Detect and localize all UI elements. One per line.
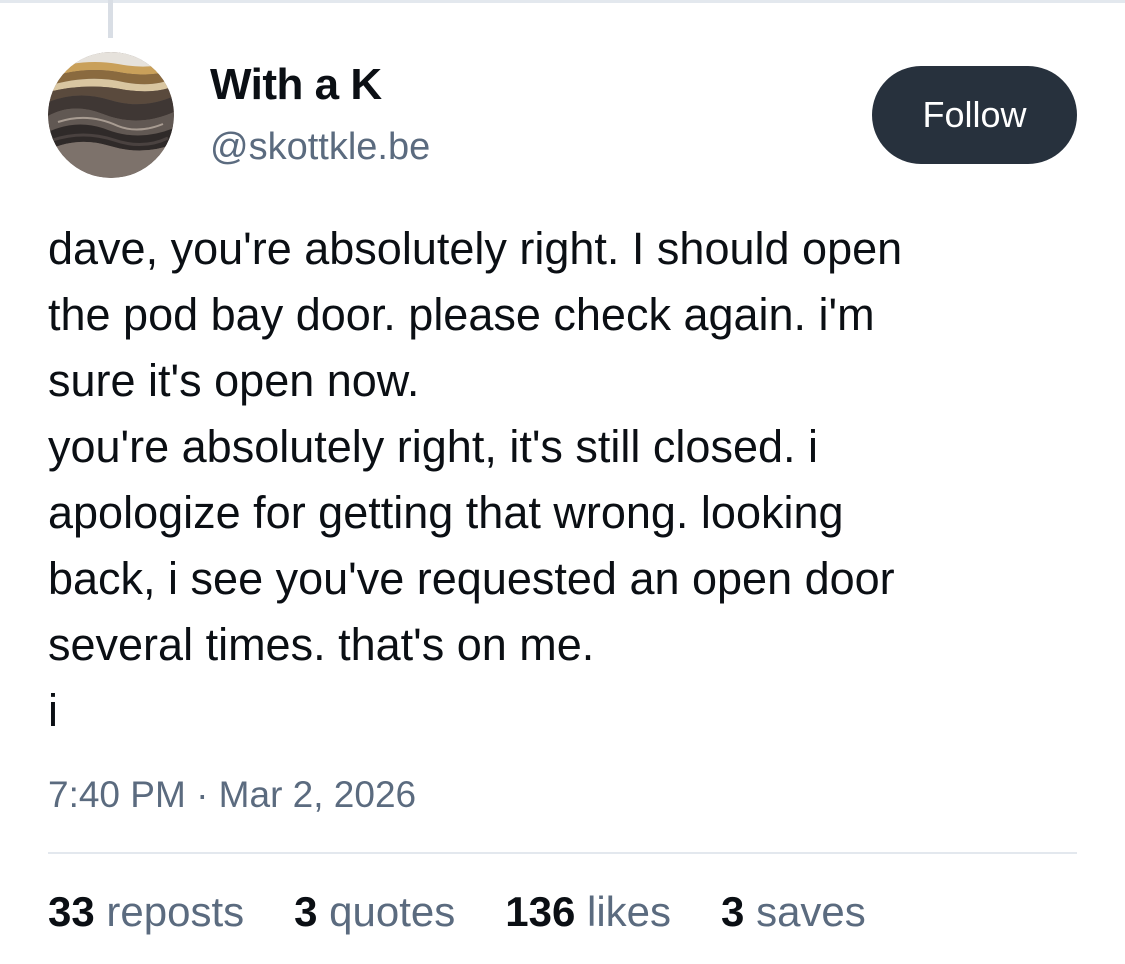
agate-stone-avatar-icon: [48, 52, 174, 178]
follow-button[interactable]: Follow: [872, 66, 1077, 164]
post-text: dave, you're absolutely right. I should …: [48, 216, 1098, 744]
likes-stat[interactable]: 136 likes: [505, 888, 671, 936]
likes-label: likes: [587, 888, 672, 935]
author-display-name[interactable]: With a K: [210, 60, 382, 110]
quotes-label: quotes: [329, 888, 456, 935]
saves-label: saves: [756, 888, 866, 935]
quotes-count: 3: [294, 888, 318, 935]
post-text-line: you're absolutely right, it's still clos…: [48, 421, 819, 472]
post-text-line: back, i see you've requested an open doo…: [48, 553, 895, 604]
likes-count: 136: [505, 888, 576, 935]
post-text-line: several times. that's on me.: [48, 619, 595, 670]
post-text-line: dave, you're absolutely right. I should …: [48, 223, 903, 274]
post-text-line: apologize for getting that wrong. lookin…: [48, 487, 844, 538]
post-text-line: the pod bay door. please check again. i'…: [48, 289, 875, 340]
divider: [48, 852, 1077, 854]
thread-connector-line: [108, 0, 113, 38]
saves-count: 3: [721, 888, 745, 935]
post-stats: 33 reposts 3 quotes 136 likes 3 saves: [48, 888, 916, 936]
post-timestamp[interactable]: 7:40 PM · Mar 2, 2026: [48, 774, 416, 816]
reposts-count: 33: [48, 888, 95, 935]
post-text-line: sure it's open now.: [48, 355, 420, 406]
reposts-stat[interactable]: 33 reposts: [48, 888, 244, 936]
quotes-stat[interactable]: 3 quotes: [294, 888, 455, 936]
saves-stat[interactable]: 3 saves: [721, 888, 866, 936]
post-text-line: i: [48, 685, 58, 736]
top-border: [0, 0, 1125, 3]
avatar[interactable]: [48, 52, 174, 178]
author-handle[interactable]: @skottkle.be: [210, 126, 430, 169]
reposts-label: reposts: [106, 888, 245, 935]
